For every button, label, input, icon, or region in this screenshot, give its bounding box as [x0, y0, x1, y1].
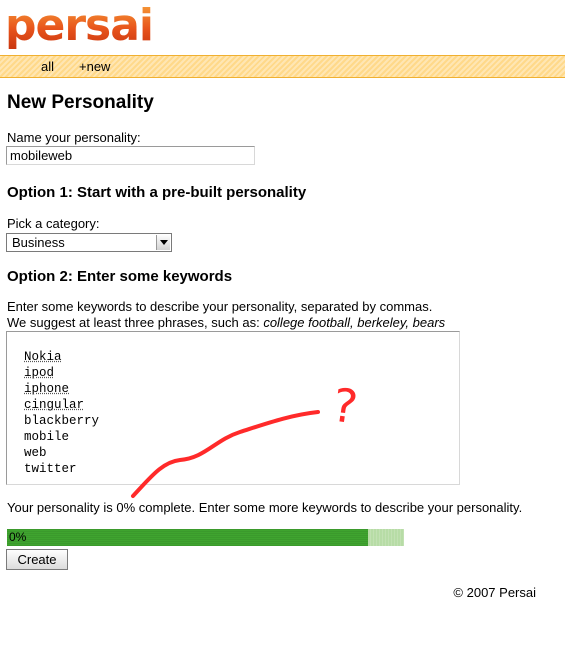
category-label: Pick a category:: [7, 216, 100, 231]
create-button[interactable]: Create: [6, 549, 68, 570]
page-title: New Personality: [7, 92, 154, 113]
category-select[interactable]: Business: [6, 233, 172, 252]
keyword-token: cingular: [24, 398, 85, 412]
keyword-token: Nokia: [24, 350, 62, 364]
nav-bar: all +new: [0, 55, 565, 78]
suggestion-prefix: We suggest at least three phrases, such …: [7, 315, 260, 330]
keyword-token: mobile: [24, 430, 70, 444]
persai-logo[interactable]: persai: [5, 2, 154, 50]
chevron-down-icon[interactable]: [156, 235, 170, 250]
keyword-token: twitter: [24, 462, 77, 476]
completion-status: Your personality is 0% complete. Enter s…: [7, 500, 523, 515]
keyword-token: iphone: [24, 382, 70, 396]
keywords-textarea[interactable]: Nokia ipod iphone cingular blackberry mo…: [6, 331, 460, 485]
footer-copyright: © 2007 Persai: [453, 585, 536, 600]
option2-heading: Option 2: Enter some keywords: [7, 268, 233, 285]
name-label: Name your personality:: [7, 130, 141, 145]
nav-link-new[interactable]: +new: [79, 56, 110, 77]
category-selected-value: Business: [12, 235, 65, 250]
nav-link-all[interactable]: all: [41, 56, 54, 77]
keyword-token: blackberry: [24, 414, 100, 428]
progress-fill: [7, 529, 369, 546]
keywords-suggestion: We suggest at least three phrases, such …: [7, 315, 445, 330]
keyword-token: ipod: [24, 366, 55, 380]
keywords-instructions: Enter some keywords to describe your per…: [7, 299, 433, 314]
completion-progress-bar: 0%: [7, 529, 404, 546]
suggestion-examples: college football, berkeley, bears: [263, 315, 446, 330]
name-input[interactable]: [6, 146, 255, 165]
keyword-token: web: [24, 446, 47, 460]
option1-heading: Option 1: Start with a pre-built persona…: [7, 184, 307, 201]
progress-label: 0%: [9, 530, 27, 544]
